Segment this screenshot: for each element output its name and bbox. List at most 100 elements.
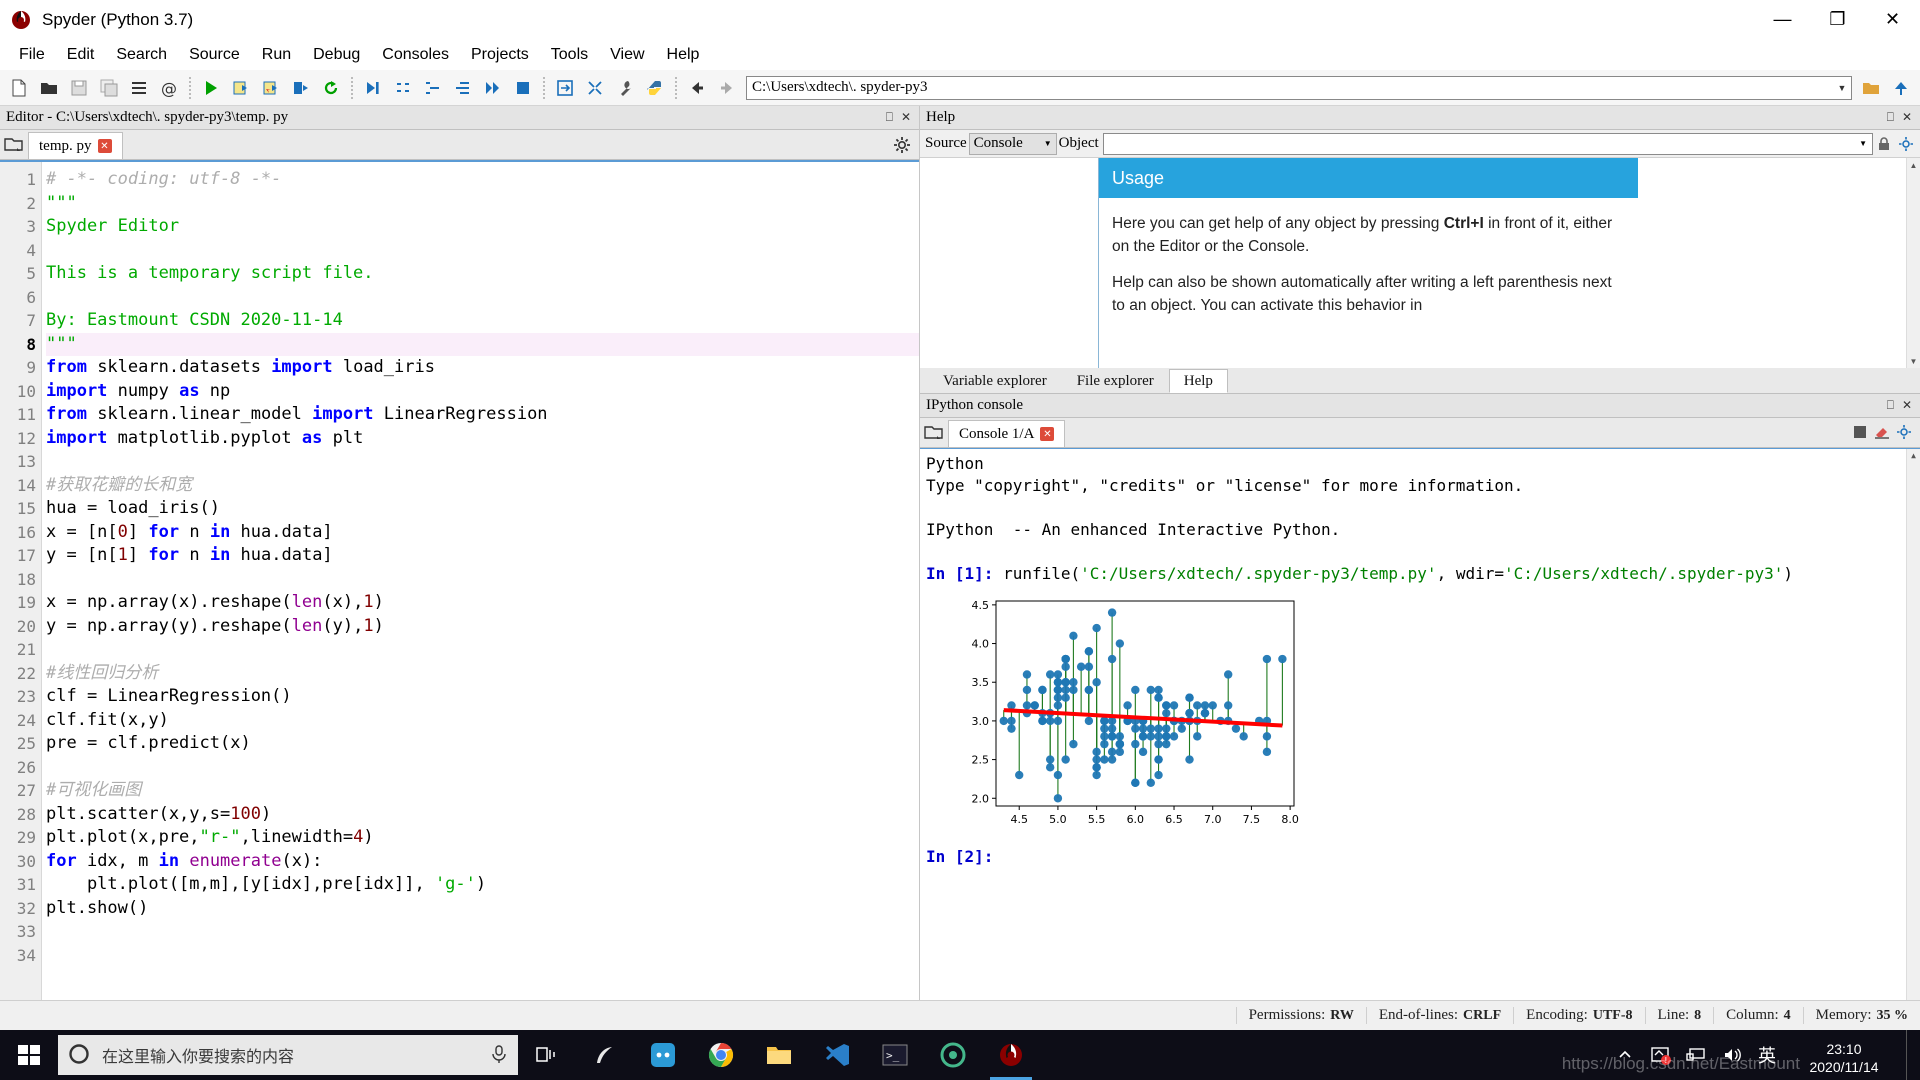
stop-debug-icon[interactable] [508,73,538,103]
chrome-icon[interactable] [692,1030,750,1080]
help-object-input[interactable]: ▼ [1102,132,1873,155]
code-line[interactable] [46,756,919,780]
step-into-icon[interactable] [418,73,448,103]
continue-icon[interactable] [478,73,508,103]
undock-icon[interactable]: ⎕ [1887,110,1894,125]
code-line[interactable]: #获取花瓣的长和宽 [46,474,919,498]
code-line[interactable]: """ [46,192,919,216]
parent-folder-icon[interactable] [1886,73,1916,103]
terminal-icon[interactable]: >_ [866,1030,924,1080]
pythonpath-icon[interactable] [640,73,670,103]
windows-start-icon[interactable] [0,1030,58,1080]
forward-arrow-icon[interactable] [712,73,742,103]
code-line[interactable]: By: Eastmount CSDN 2020-11-14 [46,309,919,333]
stop-icon[interactable] [1852,424,1868,443]
code-line[interactable]: """ [46,332,919,356]
code-line[interactable]: clf.fit(x,y) [46,709,919,733]
maximize-button[interactable]: ❐ [1810,0,1865,40]
tab-help[interactable]: Help [1168,369,1228,393]
menu-run[interactable]: Run [251,43,302,67]
step-return-icon[interactable] [448,73,478,103]
rerun-icon[interactable] [316,73,346,103]
code-line[interactable]: clf = LinearRegression() [46,685,919,709]
options-gear-icon[interactable] [893,131,919,159]
menu-projects[interactable]: Projects [460,43,540,67]
working-directory-path[interactable]: C:\Users\xdtech\. spyder-py3 ▼ [746,75,1852,100]
volume-icon[interactable] [1716,1030,1750,1080]
anaconda-icon[interactable] [924,1030,982,1080]
ime-indicator[interactable]: 英 [1752,1030,1782,1080]
fullscreen-icon[interactable] [580,73,610,103]
scroll-down-icon[interactable]: ▼ [1910,354,1918,368]
browse-tabs-icon[interactable] [920,419,948,447]
code-line[interactable]: plt.plot([m,m],[y[idx],pre[idx]], 'g-') [46,873,919,897]
menu-search[interactable]: Search [105,43,178,67]
menu-view[interactable]: View [599,43,655,67]
show-desktop-button[interactable] [1906,1030,1916,1080]
close-icon[interactable]: ✕ [1040,427,1055,441]
debug-file-icon[interactable] [358,73,388,103]
undock-icon[interactable]: ⎕ [1887,398,1894,413]
lock-icon[interactable] [1873,133,1895,155]
menu-file[interactable]: File [8,43,56,67]
maximize-pane-icon[interactable] [550,73,580,103]
back-arrow-icon[interactable] [682,73,712,103]
code-line[interactable]: #可视化画图 [46,779,919,803]
code-line[interactable]: Spyder Editor [46,215,919,239]
code-content[interactable]: # -*- coding: utf-8 -*- """ Spyder Editor … [42,162,919,1080]
code-line[interactable]: #线性回归分析 [46,662,919,686]
help-content-area[interactable]: Usage Here you can get help of any objec… [920,158,1920,368]
chevron-down-icon[interactable]: ▼ [1859,139,1872,148]
menu-tools[interactable]: Tools [540,43,599,67]
code-line[interactable]: pre = clf.predict(x) [46,732,919,756]
run-file-icon[interactable] [196,73,226,103]
code-line[interactable]: y = np.array(y).reshape(len(y),1) [46,615,919,639]
close-icon[interactable]: ✕ [97,139,112,153]
close-pane-icon[interactable]: ✕ [1902,110,1912,125]
preferences-icon[interactable] [610,73,640,103]
onedrive-warning-icon[interactable]: ! [1644,1030,1678,1080]
code-line[interactable]: y = [n[1] for n in hua.data] [46,544,919,568]
feather-icon[interactable] [576,1030,634,1080]
open-file-icon[interactable] [34,73,64,103]
code-line[interactable] [46,638,919,662]
code-line[interactable]: plt.show() [46,897,919,921]
network-icon[interactable] [1680,1030,1714,1080]
minimize-button[interactable]: — [1755,0,1810,40]
code-line[interactable] [46,568,919,592]
taskbar-clock[interactable]: 23:10 2020/11/14 [1784,1034,1904,1076]
at-icon[interactable]: @ [154,73,184,103]
menu-source[interactable]: Source [178,43,251,67]
code-line[interactable]: plt.plot(x,pre,"r-",linewidth=4) [46,826,919,850]
chevron-down-icon[interactable]: ▼ [1044,139,1052,148]
help-source-select[interactable]: Console ▼ [968,132,1057,155]
help-scrollbar[interactable]: ▲ ▼ [1906,158,1920,368]
undock-icon[interactable]: ⎕ [886,110,893,125]
menu-help[interactable]: Help [656,43,711,67]
options-gear-icon[interactable] [1895,133,1917,155]
vscode-icon[interactable] [808,1030,866,1080]
code-line[interactable]: x = np.array(x).reshape(len(x),1) [46,591,919,615]
close-button[interactable]: ✕ [1865,0,1920,40]
new-file-icon[interactable] [4,73,34,103]
menu-edit[interactable]: Edit [56,43,106,67]
microphone-icon[interactable] [490,1044,508,1067]
close-pane-icon[interactable]: ✕ [1902,398,1912,413]
search-input[interactable]: 在这里输入你要搜索的内容 [58,1035,518,1075]
code-line[interactable]: for idx, m in enumerate(x): [46,850,919,874]
scroll-up-icon[interactable]: ▲ [1911,449,1916,463]
editor-tab-temp-py[interactable]: temp. py ✕ [28,132,123,159]
browse-tabs-icon[interactable] [0,131,28,159]
code-line[interactable]: plt.scatter(x,y,s=100) [46,803,919,827]
code-line[interactable]: # -*- coding: utf-8 -*- [46,168,919,192]
console-scrollbar[interactable]: ▲ ▼ [1906,449,1920,1080]
run-cell-icon[interactable] [226,73,256,103]
tab-file-explorer[interactable]: File explorer [1062,369,1169,393]
remove-all-variables-icon[interactable] [1874,424,1890,443]
file-explorer-icon[interactable] [750,1030,808,1080]
code-line[interactable] [46,944,919,968]
console-input-line-2[interactable]: In [2]: [926,846,1914,868]
console-tab-1a[interactable]: Console 1/A ✕ [948,420,1066,447]
code-line[interactable]: hua = load_iris() [46,497,919,521]
code-line[interactable]: x = [n[0] for n in hua.data] [46,521,919,545]
